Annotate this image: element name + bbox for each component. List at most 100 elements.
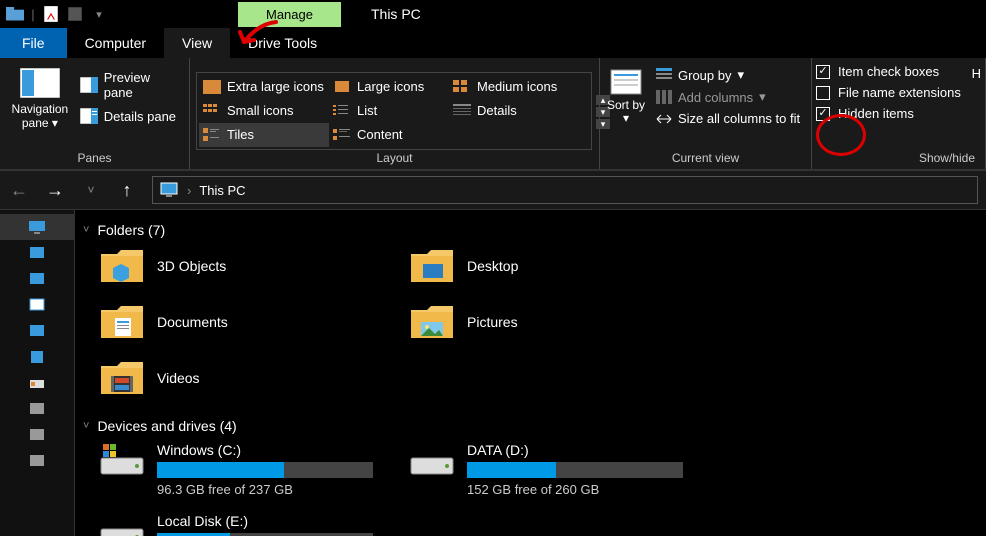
content-pane[interactable]: ˅ Folders (7) 3D Objects Desktop Documen… (75, 210, 986, 536)
tab-view[interactable]: View (164, 28, 230, 58)
ribbon-tabstrip: File Computer View Drive Tools (0, 28, 986, 58)
drive-icon (99, 513, 145, 536)
preview-pane-icon (80, 77, 98, 93)
group-by-button[interactable]: Group by ▾ (654, 66, 802, 84)
chevron-down-icon: ˅ (83, 420, 89, 432)
folder-documents[interactable]: Documents (83, 300, 393, 356)
folder-desktop[interactable]: Desktop (393, 244, 703, 300)
usage-bar (157, 462, 373, 478)
group-show-hide-label: Show/hide (812, 151, 985, 169)
navigation-pane-icon (20, 68, 60, 98)
tree-item[interactable] (0, 292, 74, 318)
layout-extra-large[interactable]: Extra large icons (199, 75, 329, 99)
checkbox-icon: ✓ (816, 65, 830, 79)
folders-tiles: 3D Objects Desktop Documents Pictures Vi… (83, 244, 986, 412)
back-button[interactable]: ← (8, 179, 30, 201)
folder-icon (409, 302, 455, 342)
details-pane-icon (80, 108, 98, 124)
chevron-right-icon[interactable]: › (187, 183, 191, 198)
layout-tiles[interactable]: Tiles (199, 123, 329, 147)
layout-list[interactable]: List (329, 99, 449, 123)
tab-computer[interactable]: Computer (67, 28, 164, 58)
qat-separator: | (30, 5, 36, 23)
folder-3d-objects[interactable]: 3D Objects (83, 244, 393, 300)
layout-medium[interactable]: Medium icons (449, 75, 589, 99)
folder-videos[interactable]: Videos (83, 356, 393, 412)
group-layout: Extra large icons Large icons Medium ico… (190, 58, 600, 169)
folder-icon (6, 5, 24, 23)
drive-icon (409, 442, 455, 478)
navigation-pane-button[interactable]: Navigation pane ▾ (6, 62, 74, 151)
main-area: ˅ Folders (7) 3D Objects Desktop Documen… (0, 210, 986, 536)
folder-pictures[interactable]: Pictures (393, 300, 703, 356)
truncated-label: H (972, 66, 981, 81)
drive-icon (99, 442, 145, 478)
tab-drive-tools[interactable]: Drive Tools (230, 28, 335, 58)
layout-large[interactable]: Large icons (329, 75, 449, 99)
tab-file[interactable]: File (0, 28, 67, 58)
layout-content[interactable]: Content (329, 123, 449, 147)
group-current-view: Sort by ▾ Group by ▾ Add columns ▾ Size … (600, 58, 812, 169)
tree-item[interactable] (0, 370, 74, 396)
properties-icon[interactable] (42, 5, 60, 23)
group-show-hide: ✓Item check boxes File name extensions ✓… (812, 58, 986, 169)
tree-item[interactable] (0, 422, 74, 448)
group-layout-label: Layout (190, 151, 599, 169)
drive-e[interactable]: Local Disk (E:) 304 GB free of 465 GB (83, 511, 393, 536)
window-title: This PC (371, 6, 421, 22)
drives-group-header[interactable]: ˅ Devices and drives (4) (83, 412, 986, 440)
address-bar[interactable]: › This PC (152, 176, 978, 204)
qat-dropdown-icon[interactable]: ▾ (90, 5, 108, 23)
navigation-toolbar: ← → ˅ ↑ › This PC (0, 170, 986, 210)
tree-item[interactable] (0, 448, 74, 474)
layout-details[interactable]: Details (449, 99, 589, 123)
layout-gallery[interactable]: Extra large icons Large icons Medium ico… (196, 72, 592, 150)
folder-icon (409, 246, 455, 286)
forward-button[interactable]: → (44, 179, 66, 201)
details-pane-button[interactable]: Details pane (76, 106, 183, 126)
sort-by-button[interactable]: Sort by ▾ (606, 62, 646, 151)
add-columns-icon (656, 90, 672, 104)
layout-small[interactable]: Small icons (199, 99, 329, 123)
navigation-pane-label: Navigation pane ▾ (6, 102, 74, 131)
group-by-icon (656, 68, 672, 82)
this-pc-icon (159, 182, 179, 198)
folders-group-header[interactable]: ˅ Folders (7) (83, 216, 986, 244)
drive-d[interactable]: DATA (D:) 152 GB free of 260 GB (393, 440, 703, 511)
chevron-down-icon: ˅ (83, 224, 89, 236)
ribbon: Navigation pane ▾ Preview pane Details p… (0, 58, 986, 170)
add-columns-button[interactable]: Add columns ▾ (654, 88, 802, 106)
up-button[interactable]: ↑ (116, 179, 138, 201)
file-name-extensions-checkbox[interactable]: File name extensions (816, 85, 981, 100)
folder-icon (99, 246, 145, 286)
drives-tiles: Windows (C:) 96.3 GB free of 237 GB DATA… (83, 440, 986, 536)
checkbox-icon: ✓ (816, 107, 830, 121)
group-panes-label: Panes (0, 151, 189, 169)
group-panes: Navigation pane ▾ Preview pane Details p… (0, 58, 190, 169)
manage-contextual-tab[interactable]: Manage (238, 2, 341, 27)
tree-item[interactable] (0, 344, 74, 370)
tree-item[interactable] (0, 318, 74, 344)
recent-locations-button[interactable]: ˅ (80, 179, 102, 201)
navigation-tree[interactable] (0, 210, 75, 536)
qat-separator-icon (66, 5, 84, 23)
tree-item[interactable] (0, 396, 74, 422)
sort-icon (609, 68, 643, 96)
tree-item-this-pc[interactable] (0, 214, 74, 240)
size-all-columns-button[interactable]: Size all columns to fit (654, 110, 802, 127)
tree-item[interactable] (0, 240, 74, 266)
hidden-items-checkbox[interactable]: ✓Hidden items (816, 106, 981, 121)
breadcrumb-root[interactable]: This PC (199, 183, 245, 198)
usage-bar (467, 462, 683, 478)
title-bar: | ▾ Manage This PC (0, 0, 986, 28)
quick-access-toolbar: | ▾ (0, 5, 108, 23)
item-check-boxes-checkbox[interactable]: ✓Item check boxes (816, 64, 981, 79)
size-columns-icon (656, 112, 672, 126)
tree-item[interactable] (0, 266, 74, 292)
drive-c[interactable]: Windows (C:) 96.3 GB free of 237 GB (83, 440, 393, 511)
folder-icon (99, 358, 145, 398)
group-current-view-label: Current view (600, 151, 811, 169)
preview-pane-button[interactable]: Preview pane (76, 68, 183, 102)
checkbox-icon (816, 86, 830, 100)
folder-icon (99, 302, 145, 342)
